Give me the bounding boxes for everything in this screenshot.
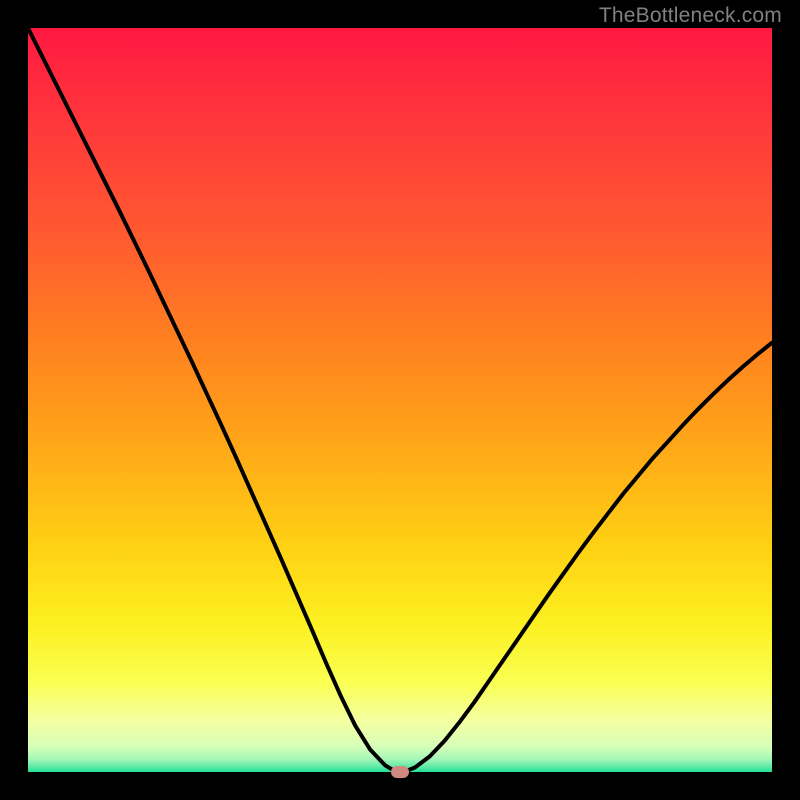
chart-svg bbox=[28, 28, 772, 772]
watermark-text: TheBottleneck.com bbox=[599, 4, 782, 28]
chart-container: TheBottleneck.com bbox=[0, 0, 800, 800]
optimum-marker bbox=[391, 766, 409, 778]
plot-area bbox=[28, 28, 772, 772]
gradient-background bbox=[28, 28, 772, 772]
